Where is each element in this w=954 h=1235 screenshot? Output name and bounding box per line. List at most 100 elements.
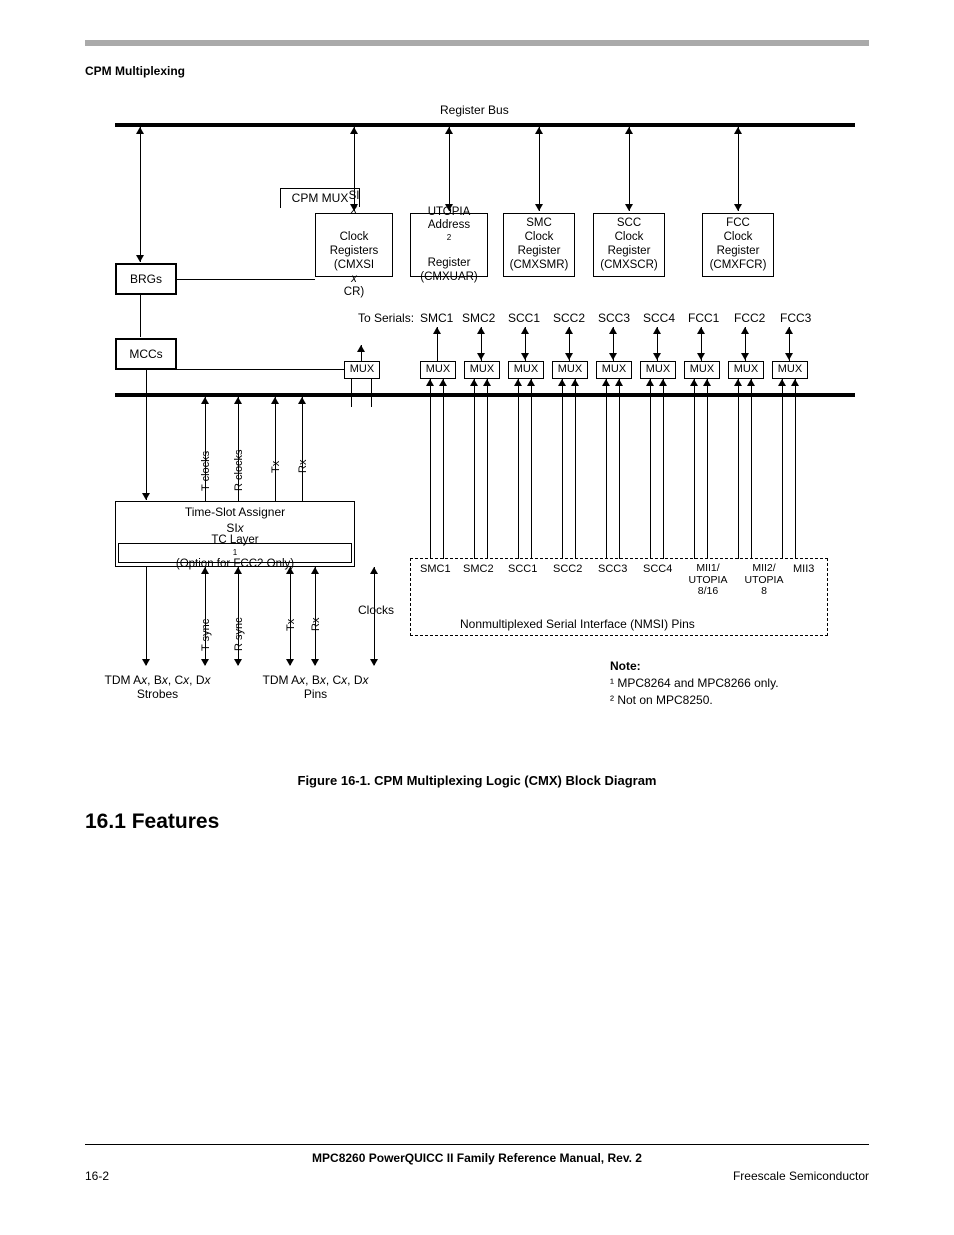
mux-box: MUX bbox=[596, 361, 632, 379]
arrow-up-icon bbox=[785, 327, 793, 334]
conn-line bbox=[146, 567, 147, 665]
tdm-pins-label: TDM Ax, Bx, Cx, DxPins bbox=[248, 673, 383, 701]
page-footer: MPC8260 PowerQUICC II Family Reference M… bbox=[85, 1144, 869, 1183]
arrow-down-icon bbox=[609, 353, 617, 360]
page-top-rule bbox=[85, 40, 869, 46]
frame-line bbox=[280, 188, 281, 208]
serial-label: FCC1 bbox=[688, 311, 719, 325]
brgs-block: BRGs bbox=[115, 263, 177, 295]
arrow-up-icon bbox=[734, 379, 742, 386]
arrow-down-icon bbox=[565, 353, 573, 360]
register-bus-bar bbox=[115, 123, 855, 127]
arrow-up-icon bbox=[778, 379, 786, 386]
utopia-address-register: UTOPIAAddress2Register(CMXUAR) bbox=[410, 213, 488, 277]
arrow-up-icon bbox=[625, 127, 633, 134]
conn-line bbox=[430, 379, 431, 559]
conn-line bbox=[518, 379, 519, 559]
arrow-up-icon bbox=[298, 397, 306, 404]
mux-box: MUX bbox=[552, 361, 588, 379]
nmsi-item: SMC2 bbox=[463, 563, 494, 575]
arrow-down-icon bbox=[535, 204, 543, 211]
mid-bar bbox=[115, 393, 855, 397]
nmsi-item: SCC3 bbox=[598, 563, 627, 575]
mux-box: MUX bbox=[420, 361, 456, 379]
arrow-up-icon bbox=[357, 345, 365, 352]
conn-line bbox=[650, 379, 651, 559]
arrow-down-icon bbox=[697, 353, 705, 360]
note-block: Note: ¹ MPC8264 and MPC8266 only. ² Not … bbox=[610, 658, 779, 708]
arrow-up-icon bbox=[445, 127, 453, 134]
r-sync-label: R sync bbox=[233, 617, 245, 651]
arrow-up-icon bbox=[514, 379, 522, 386]
arrow-up-icon bbox=[201, 397, 209, 404]
arrow-up-icon bbox=[571, 379, 579, 386]
arrow-down-icon bbox=[142, 493, 150, 500]
nmsi-item: SCC4 bbox=[643, 563, 672, 575]
arrow-up-icon bbox=[311, 567, 319, 574]
conn-line bbox=[374, 567, 375, 665]
arrow-up-icon bbox=[653, 327, 661, 334]
arrow-up-icon bbox=[697, 327, 705, 334]
conn-line bbox=[562, 379, 563, 559]
arrow-up-icon bbox=[350, 127, 358, 134]
arrow-up-icon bbox=[690, 379, 698, 386]
serial-label: SMC2 bbox=[462, 311, 495, 325]
fcc-clock-register: FCCClockRegister(CMXFCR) bbox=[702, 213, 774, 277]
serial-label: SCC2 bbox=[553, 311, 585, 325]
conn-line bbox=[694, 379, 695, 559]
arrow-up-icon bbox=[646, 379, 654, 386]
rx-label: Rx bbox=[297, 460, 309, 473]
conn-line bbox=[795, 379, 796, 559]
arrow-up-icon bbox=[234, 567, 242, 574]
arrow-up-icon bbox=[734, 127, 742, 134]
six-clock-registers: SIxClockRegisters(CMXSIxCR) bbox=[315, 213, 393, 277]
conn-line bbox=[315, 567, 316, 665]
nmsi-item: SCC2 bbox=[553, 563, 582, 575]
conn-line bbox=[140, 295, 141, 337]
serial-label: FCC3 bbox=[780, 311, 811, 325]
arrow-up-icon bbox=[477, 327, 485, 334]
conn-line bbox=[782, 379, 783, 559]
arrow-up-icon bbox=[286, 567, 294, 574]
mux-box: MUX bbox=[344, 361, 380, 379]
arrow-up-icon bbox=[136, 127, 144, 134]
conn-line bbox=[629, 127, 630, 211]
arrow-down-icon bbox=[234, 659, 242, 666]
clocks-label: Clocks bbox=[358, 603, 394, 617]
note-1: ¹ MPC8264 and MPC8266 only. bbox=[610, 675, 779, 692]
arrow-up-icon bbox=[234, 397, 242, 404]
nmsi-item: MII3 bbox=[793, 563, 814, 575]
t-clocks-label: T clocks bbox=[200, 451, 212, 491]
arrow-up-icon bbox=[602, 379, 610, 386]
conn-line bbox=[371, 379, 372, 407]
mux-box: MUX bbox=[684, 361, 720, 379]
nmsi-item: SCC1 bbox=[508, 563, 537, 575]
tdm-strobes-label: TDM Ax, Bx, Cx, DxStrobes bbox=[90, 673, 225, 701]
arrow-up-icon bbox=[483, 379, 491, 386]
arrow-down-icon bbox=[286, 659, 294, 666]
arrow-up-icon bbox=[703, 379, 711, 386]
to-serials-label: To Serials: bbox=[358, 311, 414, 325]
conn-line bbox=[738, 379, 739, 559]
arrow-up-icon bbox=[609, 327, 617, 334]
arrow-down-icon bbox=[741, 353, 749, 360]
arrow-down-icon bbox=[311, 659, 319, 666]
conn-line bbox=[663, 379, 664, 559]
conn-line bbox=[302, 397, 303, 501]
note-2: ² Not on MPC8250. bbox=[610, 692, 779, 709]
arrow-down-icon bbox=[521, 353, 529, 360]
arrow-up-icon bbox=[370, 567, 378, 574]
arrow-up-icon bbox=[615, 379, 623, 386]
arrow-down-icon bbox=[734, 204, 742, 211]
nmsi-pins-label: Nonmultiplexed Serial Interface (NMSI) P… bbox=[460, 617, 695, 631]
conn-line bbox=[539, 127, 540, 211]
arrow-down-icon bbox=[136, 255, 144, 262]
mux-box: MUX bbox=[640, 361, 676, 379]
arrow-up-icon bbox=[535, 127, 543, 134]
arrow-up-icon bbox=[426, 379, 434, 386]
footer-company: Freescale Semiconductor bbox=[733, 1169, 869, 1183]
arrow-down-icon bbox=[653, 353, 661, 360]
serial-label: SCC1 bbox=[508, 311, 540, 325]
conn-line bbox=[140, 127, 141, 262]
nmsi-item: SMC1 bbox=[420, 563, 451, 575]
